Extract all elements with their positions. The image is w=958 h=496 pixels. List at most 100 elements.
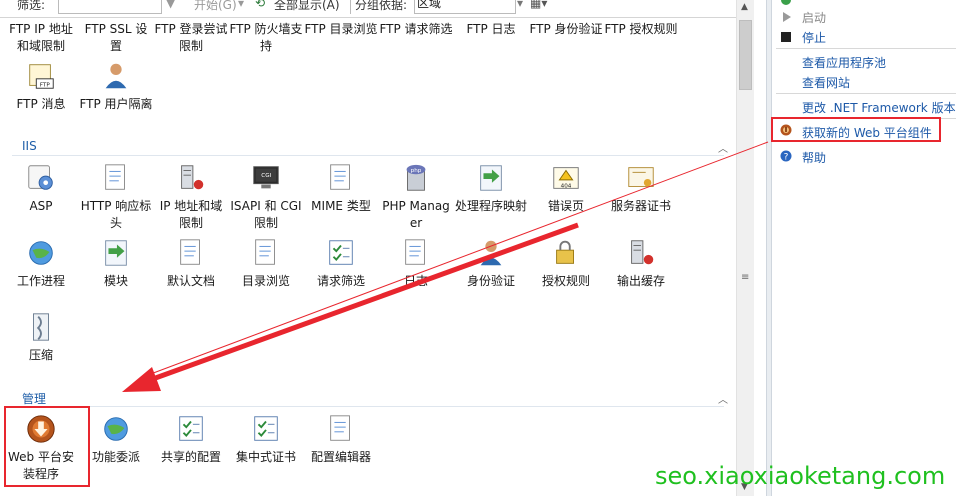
action-get-web-platform[interactable]: 获取新的 Web 平台组件 (802, 124, 932, 141)
feature-output-caching[interactable]: 输出缓存 (604, 237, 678, 290)
logging-icon (405, 239, 425, 265)
feature-handler-mappings[interactable]: 处理程序映射 (454, 162, 528, 215)
svg-text:php: php (411, 168, 422, 174)
isapi-cgi-icon: CGI (253, 166, 279, 189)
scrollbar-thumb[interactable] (739, 20, 752, 90)
scroll-up-icon[interactable]: ▲ (741, 2, 748, 12)
feature-label: FTP SSL 设置 (84, 22, 148, 53)
actions-divider (776, 118, 956, 119)
request-filtering-icon (329, 240, 353, 265)
error-pages-icon: 404 (553, 167, 579, 189)
feature-mime-types[interactable]: MIME 类型 (304, 162, 378, 215)
feature-label: 授权规则 (541, 274, 590, 288)
feature-web-platform-installer[interactable]: Web 平台安装程序 (4, 413, 78, 483)
asp-icon (28, 165, 53, 190)
feature-label: IP 地址和域限制 (159, 199, 223, 230)
section-divider (12, 406, 724, 407)
feature-centralized-certificates[interactable]: 集中式证书 (229, 413, 303, 466)
feature-compression[interactable]: 压缩 (4, 311, 78, 364)
feature-label: 默认文档 (166, 274, 215, 288)
feature-shared-configuration[interactable]: 共享的配置 (154, 413, 228, 466)
feature-isapi-cgi[interactable]: CGI ISAPI 和 CGI 限制 (229, 162, 303, 232)
feature-feature-delegation[interactable]: 功能委派 (79, 413, 153, 466)
action-start[interactable]: 启动 (802, 9, 826, 26)
view-mode-icon[interactable]: ▦▾ (530, 0, 547, 10)
feature-ftp-firewall[interactable]: FTP 防火墙支持 (229, 21, 303, 55)
feature-modules[interactable]: 模块 (79, 237, 153, 290)
svg-text:CGI: CGI (261, 173, 271, 179)
stop-icon (781, 32, 791, 42)
feature-ip-restrictions[interactable]: IP 地址和域限制 (154, 162, 228, 232)
svg-text:404: 404 (561, 183, 572, 189)
vertical-scrollbar[interactable]: ▲ ≡ ▼ (736, 0, 754, 496)
feature-ftp-ip-restrictions[interactable]: FTP IP 地址和域限制 (4, 21, 78, 55)
feature-default-document[interactable]: 默认文档 (154, 237, 228, 290)
feature-authentication[interactable]: 身份验证 (454, 237, 528, 290)
feature-label: 身份验证 (466, 274, 515, 288)
shared-configuration-icon (179, 416, 203, 441)
mime-types-icon (330, 164, 350, 190)
svg-text:FTP: FTP (40, 82, 51, 88)
authentication-icon (480, 240, 502, 266)
group-by-value: 区域 (417, 0, 442, 10)
feature-ftp-messages[interactable]: FTP FTP 消息 (4, 60, 78, 113)
feature-error-pages[interactable]: 404 错误页 (529, 162, 603, 215)
feature-label: FTP 请求筛选 (379, 22, 453, 36)
feature-ftp-directory-browsing[interactable]: FTP 目录浏览 (304, 21, 378, 38)
collapse-iis-icon[interactable]: ︿ (718, 140, 728, 155)
watermark: seo.xiaoxiaoketang.com (655, 462, 946, 490)
php-manager-icon: php (406, 164, 426, 191)
feature-label: PHP Manager (382, 199, 450, 230)
feature-label: 配置编辑器 (310, 450, 371, 464)
feature-php-manager[interactable]: php PHP Manager (379, 162, 453, 232)
default-document-icon (180, 239, 200, 265)
group-by-dropdown-icon[interactable]: ▾ (517, 0, 523, 10)
feature-configuration-editor[interactable]: 配置编辑器 (304, 413, 378, 466)
feature-asp[interactable]: ASP (4, 162, 78, 215)
feature-label: 压缩 (28, 348, 53, 362)
svg-text:?: ? (784, 153, 789, 163)
ftp-user-isolation-icon (105, 63, 127, 89)
feature-request-filtering[interactable]: 请求筛选 (304, 237, 378, 290)
action-view-app-pools[interactable]: 查看应用程序池 (802, 54, 886, 71)
server-certificates-icon (628, 167, 654, 187)
feature-label: 共享的配置 (160, 450, 221, 464)
feature-directory-browsing[interactable]: 目录浏览 (229, 237, 303, 290)
feature-ftp-user-isolation[interactable]: FTP 用户隔离 (79, 60, 153, 113)
filter-toolbar: 筛选: ▼ 开始(G) ▾ ⟲ 全部显示(A) 分组依据: 区域 ▾ ▦▾ (0, 0, 754, 18)
action-help[interactable]: 帮助 (802, 149, 826, 166)
web-platform-icon (780, 124, 792, 136)
section-title-management: 管理 (22, 392, 47, 406)
actions-pane: 启动 停止 查看应用程序池 查看网站 更改 .NET Framework 版本 … (772, 0, 958, 496)
feature-delegation-icon (104, 417, 128, 441)
feature-ftp-authentication[interactable]: FTP 身份验证 (529, 21, 603, 38)
action-change-framework[interactable]: 更改 .NET Framework 版本 (802, 99, 956, 116)
scroll-grip-icon: ≡ (741, 272, 750, 283)
feature-logging[interactable]: 日志 (379, 237, 453, 290)
feature-ftp-logging[interactable]: FTP 日志 (454, 21, 528, 38)
action-stop[interactable]: 停止 (802, 29, 826, 46)
feature-authorization-rules[interactable]: 授权规则 (529, 237, 603, 290)
feature-server-certificates[interactable]: 服务器证书 (604, 162, 678, 215)
action-view-sites[interactable]: 查看网站 (802, 74, 850, 91)
collapse-management-icon[interactable]: ︿ (718, 391, 728, 406)
http-response-headers-icon (105, 164, 125, 190)
feature-http-response-headers[interactable]: HTTP 响应标头 (79, 162, 153, 232)
feature-worker-processes[interactable]: 工作进程 (4, 237, 78, 290)
feature-label: ASP (29, 199, 53, 213)
dropdown-arrow-icon[interactable]: ▾ (238, 0, 244, 10)
feature-ftp-ssl[interactable]: FTP SSL 设置 (79, 21, 153, 55)
feature-ftp-authorization[interactable]: FTP 授权规则 (604, 21, 678, 38)
feature-label: FTP 授权规则 (604, 22, 678, 36)
feature-label: 处理程序映射 (454, 199, 527, 213)
start-button[interactable]: 开始(G) (194, 0, 237, 13)
filter-input[interactable] (58, 0, 162, 14)
group-by-select[interactable]: 区域 (414, 0, 516, 14)
actions-divider (776, 48, 956, 49)
show-all-button[interactable]: 全部显示(A) (274, 0, 340, 13)
feature-ftp-logon-attempt[interactable]: FTP 登录尝试限制 (154, 21, 228, 55)
start-icon (783, 12, 791, 22)
ip-restrictions-icon (181, 165, 204, 190)
feature-label: FTP 身份验证 (529, 22, 603, 36)
feature-ftp-request-filtering[interactable]: FTP 请求筛选 (379, 21, 453, 38)
